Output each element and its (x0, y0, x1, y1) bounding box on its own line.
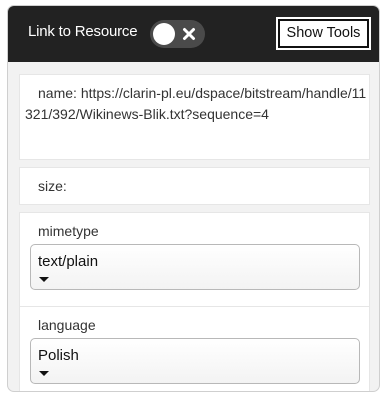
link-to-resource-panel: Link to Resource Show Tools name: https:… (7, 5, 380, 392)
mimetype-label: mimetype (38, 223, 99, 239)
mimetype-selected-value: text/plain (38, 253, 99, 270)
resource-size: size: (38, 177, 67, 195)
close-icon (181, 26, 197, 42)
toggle-knob (153, 23, 175, 45)
resource-name: name: https://clarin-pl.eu/dspace/bitstr… (25, 83, 367, 125)
resource-size-label: size: (38, 178, 67, 194)
caret-down-icon (39, 371, 49, 376)
mimetype-select[interactable]: text/plain (30, 244, 360, 290)
link-toggle[interactable] (150, 20, 205, 48)
resource-name-label: name: (38, 85, 77, 101)
language-label: language (38, 317, 96, 333)
resource-name-value: https://clarin-pl.eu/dspace/bitstream/ha… (25, 85, 367, 122)
resource-name-card: name: https://clarin-pl.eu/dspace/bitstr… (19, 74, 370, 160)
caret-down-icon (39, 277, 49, 282)
language-selected-value: Polish (38, 347, 79, 364)
panel-title: Link to Resource (28, 23, 138, 40)
language-select[interactable]: Polish (30, 338, 360, 384)
resource-size-card: size: (19, 167, 370, 205)
panel-header: Link to Resource Show Tools (8, 6, 379, 62)
show-tools-button[interactable]: Show Tools (276, 17, 371, 50)
mimetype-card: mimetype text/plain (19, 212, 370, 307)
language-card: language Polish (19, 306, 370, 391)
